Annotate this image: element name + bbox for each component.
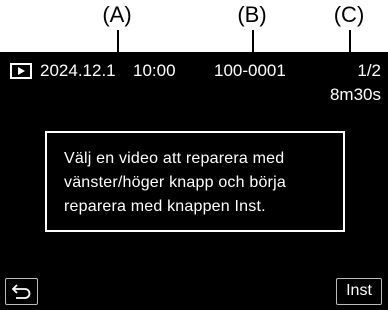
recording-date: 2024.12.1 [40,61,116,80]
repair-message-box: Välj en video att reparera med vänster/h… [45,131,345,232]
message-line-3: reparera med knappen Inst. [64,198,266,215]
inst-button[interactable]: Inst [336,278,382,305]
message-line-2: vänster/höger knapp och börja [64,174,286,191]
camera-screen: 2024.12.1 10:00 100-0001 1/2 8m30s Välj … [0,52,388,310]
message-line-1: Välj en video att reparera med [64,150,285,167]
back-button[interactable] [5,278,38,305]
playback-mode-icon [10,63,32,79]
callout-label-a: (A) [102,2,132,27]
file-count: 1/2 [357,61,381,80]
callout-label-c: (C) [333,2,365,27]
file-number: 100-0001 [214,61,286,80]
return-arrow-icon [11,284,31,299]
video-duration: 8m30s [329,85,381,104]
recording-time: 10:00 [133,61,176,80]
callout-label-b: (B) [237,2,267,27]
